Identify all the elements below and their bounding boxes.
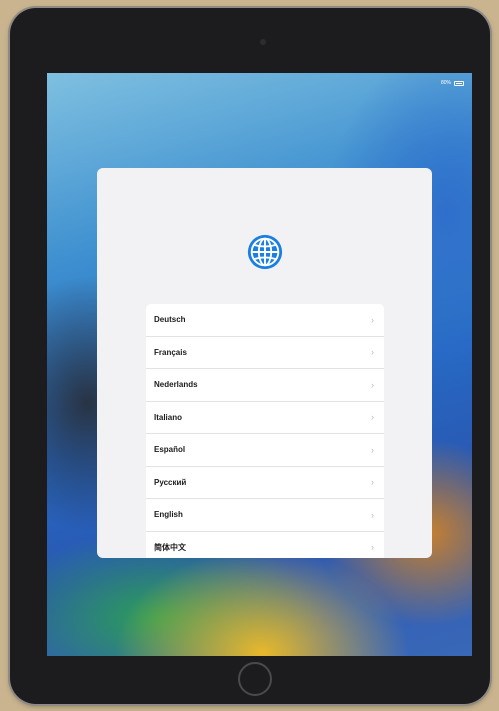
language-label: Français xyxy=(154,347,187,357)
chevron-right-icon: › xyxy=(371,314,374,325)
language-label: Español xyxy=(154,445,186,455)
language-row-english[interactable]: English › xyxy=(146,499,384,532)
language-label: Italiano xyxy=(154,412,183,422)
language-label: Deutsch xyxy=(154,315,186,325)
status-bar: 80% xyxy=(441,78,464,88)
language-row-nederlands[interactable]: Nederlands › xyxy=(146,369,384,402)
ipad-device: 80% Deutsch › Français › Nederlands › It… xyxy=(10,8,490,704)
language-row-russian[interactable]: Русский › xyxy=(146,467,384,499)
language-row-simplified-chinese[interactable]: 简体中文 › xyxy=(146,532,384,559)
language-row-italiano[interactable]: Italiano › xyxy=(146,402,384,434)
language-list: Deutsch › Français › Nederlands › Italia… xyxy=(146,304,384,558)
chevron-right-icon: › xyxy=(371,477,374,488)
globe-icon xyxy=(247,234,283,270)
language-setup-sheet: Deutsch › Français › Nederlands › Italia… xyxy=(97,168,432,558)
chevron-right-icon: › xyxy=(371,379,374,390)
chevron-right-icon: › xyxy=(371,542,374,553)
chevron-right-icon: › xyxy=(371,347,374,358)
language-label: English xyxy=(154,510,183,520)
chevron-right-icon: › xyxy=(371,412,374,423)
language-label: Русский xyxy=(154,477,187,487)
language-label: Nederlands xyxy=(154,380,198,390)
chevron-right-icon: › xyxy=(371,444,374,455)
language-label: 简体中文 xyxy=(154,542,186,552)
language-row-deutsch[interactable]: Deutsch › xyxy=(146,304,384,337)
language-row-francais[interactable]: Français › xyxy=(146,337,384,369)
screen: 80% Deutsch › Français › Nederlands › It… xyxy=(47,73,472,656)
home-button[interactable] xyxy=(238,662,272,696)
front-camera xyxy=(260,39,266,45)
language-row-espanol[interactable]: Español › xyxy=(146,434,384,467)
chevron-right-icon: › xyxy=(371,509,374,520)
battery-percentage: 80% xyxy=(440,80,451,86)
battery-icon xyxy=(454,80,464,86)
